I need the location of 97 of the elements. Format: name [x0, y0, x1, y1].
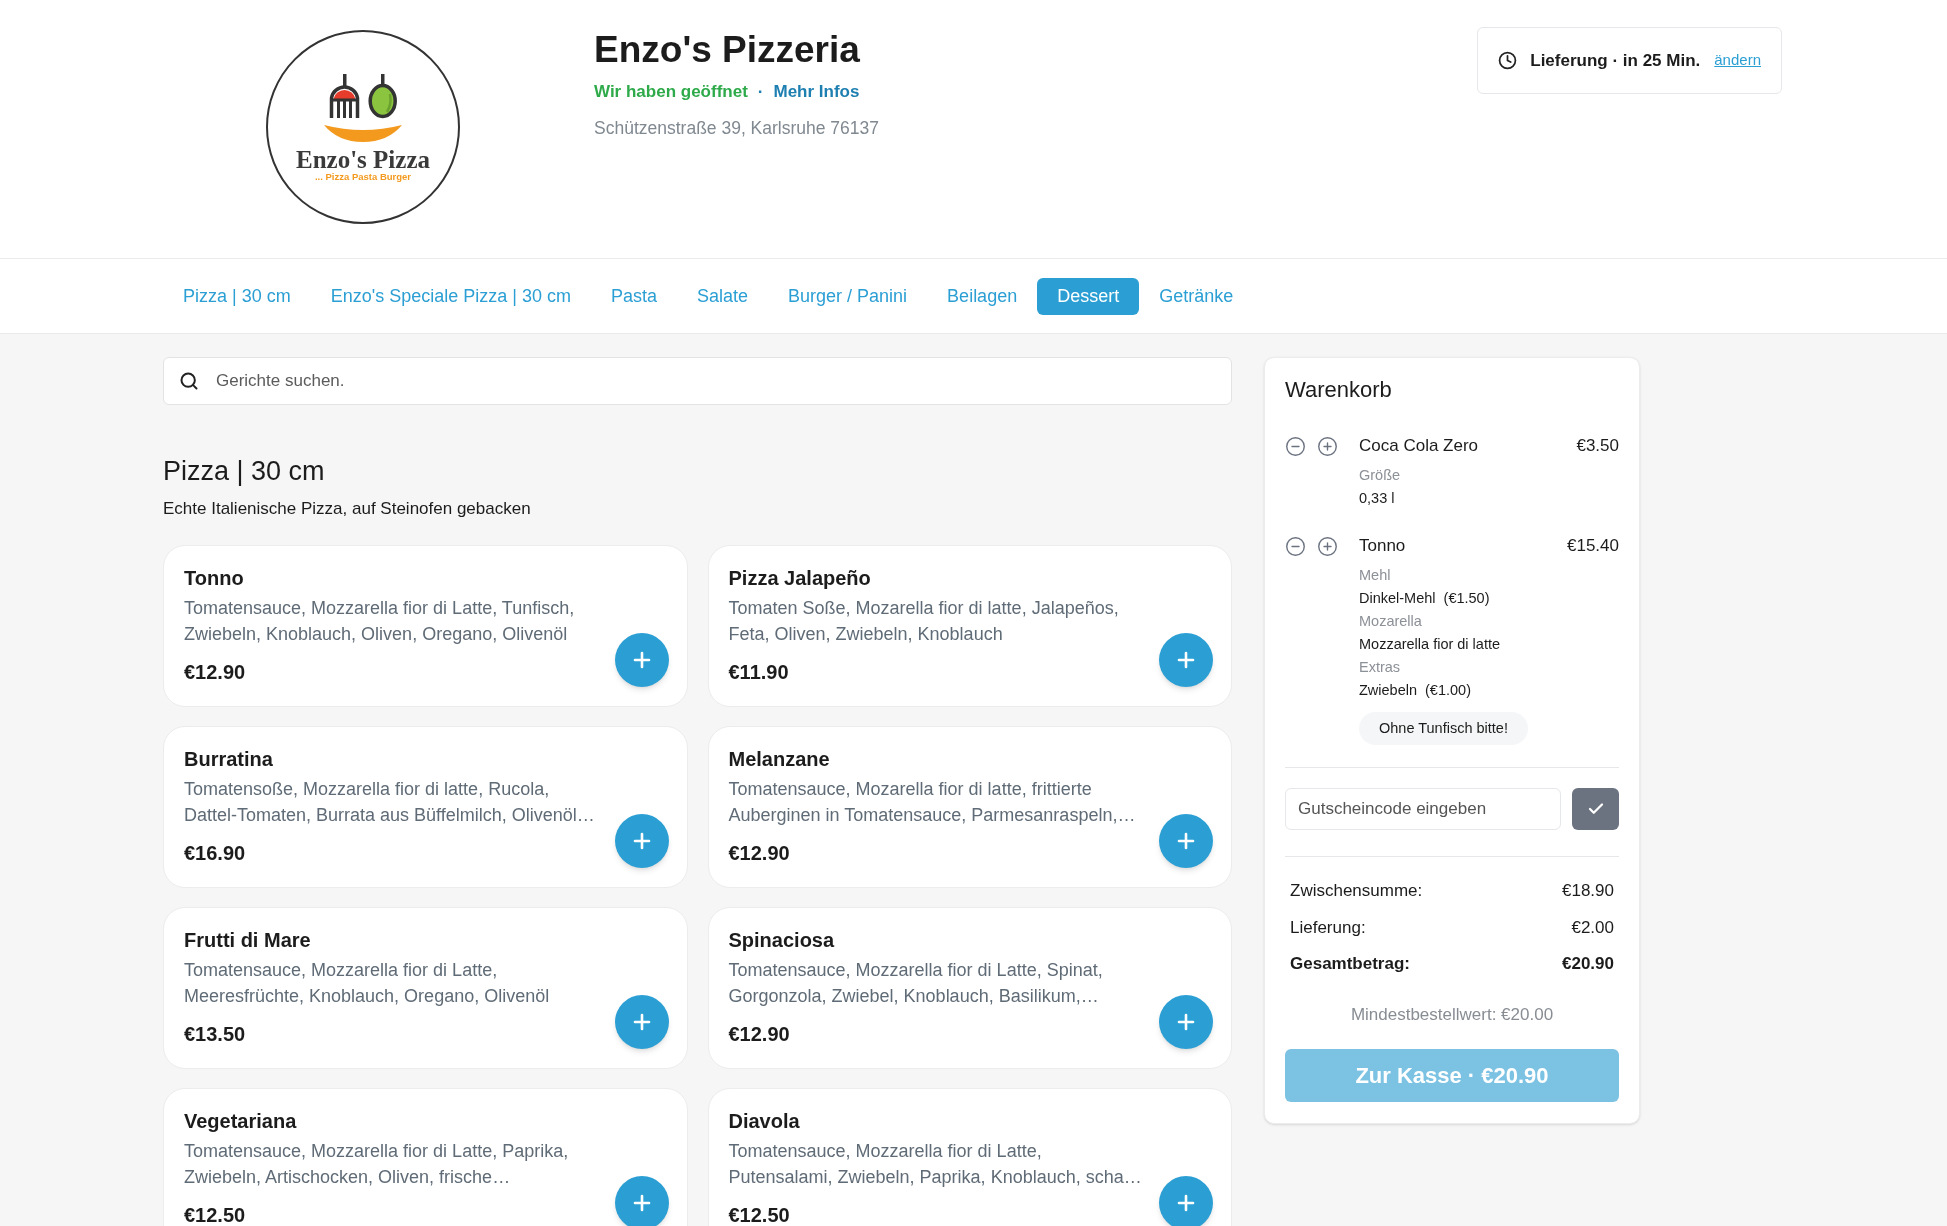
dish-description: Tomatensauce, Mozzarella fior di Latte, Spinat, Gorgonzola, Zwiebel, Knoblauch, Basilikum,…: [728, 959, 1104, 1008]
option-surcharge: (€1.00): [1425, 681, 1471, 700]
dish-description: Tomatensauce, Mozzarella fior di Latte, Paprika, Zwiebeln, Artischocken, Oliven, frische…: [184, 1140, 570, 1189]
add-to-cart-button[interactable]: [1159, 633, 1213, 687]
option-label: Größe: [1359, 466, 1401, 485]
minus-circle-icon: [1285, 435, 1306, 457]
decrease-quantity-button[interactable]: [1285, 535, 1306, 557]
section-title: Pizza | 30 cm: [163, 455, 326, 488]
dish-description: Tomatensauce, Mozzarella fior di Latte, Meeresfrüchte, Knoblauch, Oregano, Olivenöl: [184, 959, 551, 1008]
category-tab[interactable]: Beilagen: [927, 277, 1038, 315]
category-tab[interactable]: Enzo's Speciale Pizza | 30 cm: [310, 277, 591, 315]
dish-name: Burratina: [184, 747, 274, 771]
total-value: €20.90: [1562, 953, 1614, 975]
dish-card[interactable]: Spinaciosa Tomatensauce, Mozzarella fior di Latte, Spinat, Gorgonzola, Zwiebel, Knoblauch, Basilikum,… €12.90: [707, 907, 1232, 1069]
search-field[interactable]: Gerichte suchen.: [163, 357, 1232, 405]
restaurant-address: Schützenstraße 39, Karlsruhe 76137: [594, 117, 880, 140]
option-value: Zwiebeln: [1359, 681, 1418, 700]
cart-item-name: Coca Cola Zero: [1359, 435, 1479, 457]
option-label: Extras: [1359, 658, 1401, 677]
dish-name: Diavola: [728, 1109, 801, 1133]
dish-name: Frutti di Mare: [184, 928, 312, 952]
plus-circle-icon: [1317, 535, 1338, 557]
delivery-time: Lieferung · in 25 Min.: [1530, 49, 1701, 72]
section-subtitle: Echte Italienische Pizza, auf Steinofen gebacken: [163, 498, 532, 520]
category-tab[interactable]: Salate: [677, 277, 769, 315]
add-to-cart-button[interactable]: [1159, 995, 1213, 1049]
restaurant-title: Enzo's Pizzeria: [594, 28, 861, 72]
logo-tagline: ... Pizza Pasta Burger: [314, 171, 412, 182]
dish-card[interactable]: Tonno Tomatensauce, Mozzarella fior di Latte, Tunfisch, Zwiebeln, Knoblauch, Oliven, Oregano, Olivenöl €12.90: [163, 545, 688, 707]
dish-price: €12.50: [184, 1203, 247, 1226]
total-value: €18.90: [1562, 880, 1614, 902]
total-label: Gesamtbetrag:: [1290, 953, 1410, 975]
option-value: Mozzarella fior di latte: [1359, 635, 1501, 654]
dish-description: Tomatensauce, Mozarella fior di latte, frittierte Auberginen in Tomatensauce, Parmesanraspeln,…: [728, 778, 1137, 827]
more-info-link[interactable]: Mehr Infos: [773, 80, 860, 104]
option-label: Mozarella: [1359, 612, 1422, 631]
dish-price: €16.90: [184, 841, 247, 865]
add-to-cart-button[interactable]: [1159, 814, 1213, 868]
cart-item-price: €15.40: [1567, 535, 1619, 557]
dish-price: €12.50: [728, 1203, 791, 1226]
dish-description: Tomatensauce, Mozzarella fior di Latte, Tunfisch, Zwiebeln, Knoblauch, Oliven, Oregano, Olivenöl: [184, 597, 576, 646]
coupon-input[interactable]: Gutscheincode eingeben: [1285, 788, 1562, 830]
increase-quantity-button[interactable]: [1317, 535, 1338, 557]
dish-price: €13.50: [184, 1022, 247, 1046]
dish-name: Melanzane: [728, 747, 831, 771]
category-tab[interactable]: Pasta: [590, 277, 677, 315]
add-to-cart-button[interactable]: [614, 814, 669, 868]
cart-title: Warenkorb: [1285, 376, 1393, 404]
category-tab[interactable]: Burger / Panini: [768, 277, 928, 315]
dish-card[interactable]: Burratina Tomatensoße, Mozzarella fior di latte, Rucola, Dattel-Tomaten, Burrata aus Büffelmilch, Olivenöl… €16.90: [163, 726, 688, 888]
item-note: Ohne Tunfisch bitte!: [1359, 712, 1528, 745]
dish-card[interactable]: Vegetariana Tomatensauce, Mozzarella fior di Latte, Paprika, Zwiebeln, Artischocken, Oliven, frische… €12.50: [163, 1088, 688, 1226]
checkout-button[interactable]: Zur Kasse · €20.90: [1285, 1049, 1619, 1102]
category-tab[interactable]: Dessert: [1037, 277, 1140, 315]
decrease-quantity-button[interactable]: [1285, 435, 1306, 457]
search-icon: [179, 371, 199, 391]
clock-icon: [1498, 51, 1518, 70]
dish-description: Tomatensauce, Mozzarella fior di Latte, Putensalami, Zwiebeln, Paprika, Knoblauch, scha…: [728, 1140, 1143, 1189]
dish-card[interactable]: Melanzane Tomatensauce, Mozarella fior di latte, frittierte Auberginen in Tomatensauce, Parmesanraspeln,… €12.90: [707, 726, 1232, 888]
dish-price: €12.90: [184, 660, 247, 684]
total-label: Lieferung:: [1290, 916, 1366, 939]
minus-circle-icon: [1285, 535, 1306, 557]
add-to-cart-button[interactable]: [614, 995, 669, 1049]
dish-card[interactable]: Diavola Tomatensauce, Mozzarella fior di Latte, Putensalami, Zwiebeln, Paprika, Knoblauch, scha… €12.50: [707, 1088, 1232, 1226]
increase-quantity-button[interactable]: [1317, 435, 1338, 457]
category-tab[interactable]: Pizza | 30 cm: [163, 277, 311, 315]
apply-coupon-button[interactable]: [1572, 788, 1619, 830]
dish-price: €12.90: [728, 1022, 791, 1046]
add-to-cart-button[interactable]: [1159, 1176, 1213, 1226]
total-label: Zwischensumme:: [1290, 880, 1423, 902]
option-value: Dinkel-Mehl: [1359, 589, 1436, 608]
dish-description: Tomaten Soße, Mozarella fior di latte, Jalapeños, Feta, Oliven, Zwiebeln, Knoblauch: [728, 597, 1120, 646]
add-to-cart-button[interactable]: [614, 1176, 669, 1226]
option-surcharge: (€1.50): [1443, 589, 1490, 608]
cart-item-name: Tonno: [1359, 535, 1406, 557]
dish-card[interactable]: Pizza Jalapeño Tomaten Soße, Mozarella fior di latte, Jalapeños, Feta, Oliven, Zwiebeln, Knoblauch €11.90: [707, 545, 1232, 707]
cart-item-price: €3.50: [1576, 435, 1619, 457]
dish-price: €12.90: [728, 841, 791, 865]
dish-name: Pizza Jalapeño: [728, 566, 872, 590]
dish-card[interactable]: Frutti di Mare Tomatensauce, Mozzarella fior di Latte, Meeresfrüchte, Knoblauch, Oregano, Olivenöl €13.50: [163, 907, 688, 1069]
minimum-order-note: Mindestbestellwert: €20.00: [1350, 1004, 1554, 1026]
dish-price: €11.90: [728, 660, 790, 684]
dish-name: Tonno: [184, 566, 245, 590]
change-delivery-link[interactable]: ändern: [1714, 49, 1761, 72]
logo-name: Enzo's Pizza: [296, 149, 430, 171]
fork-and-olive-icon: [323, 74, 403, 142]
total-value: €2.00: [1571, 916, 1614, 939]
dish-name: Vegetariana: [184, 1109, 298, 1133]
dish-description: Tomatensoße, Mozzarella fior di latte, Rucola, Dattel-Tomaten, Burrata aus Büffelmilch, Olivenöl…: [184, 778, 596, 827]
option-value: 0,33 l: [1359, 489, 1395, 508]
add-to-cart-button[interactable]: [614, 633, 669, 687]
category-tab[interactable]: Getränke: [1139, 277, 1254, 315]
separator-dot: ·: [757, 81, 764, 103]
dish-name: Spinaciosa: [728, 928, 836, 952]
option-label: Mehl: [1359, 566, 1391, 585]
open-status: Wir haben geöffnet: [594, 81, 748, 103]
plus-circle-icon: [1317, 435, 1338, 457]
